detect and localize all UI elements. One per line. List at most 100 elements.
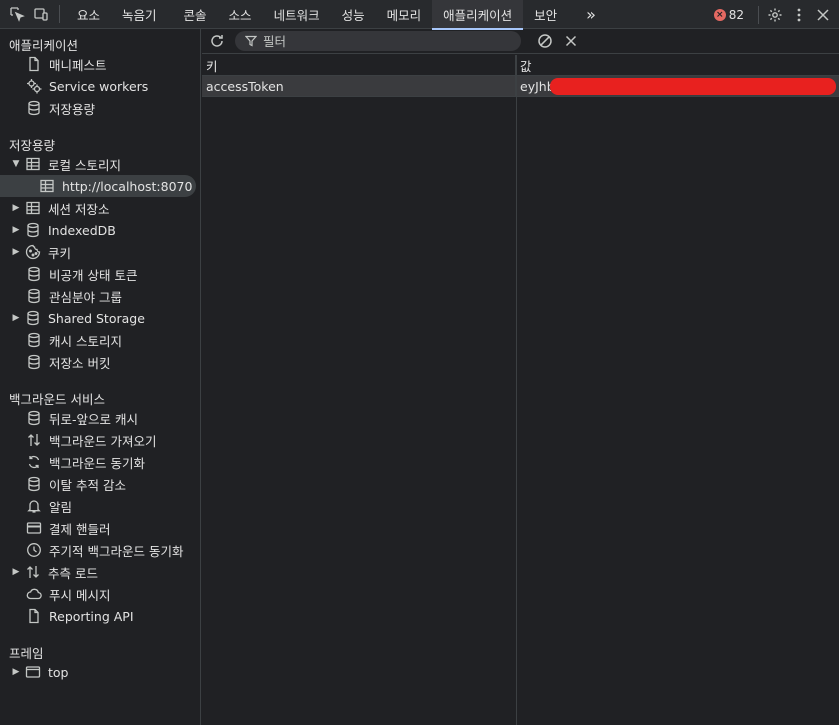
expand-arrow-right-icon[interactable]: ▶ [9,667,23,677]
sidebar-item-service-workers[interactable]: Service workers [0,75,196,97]
section-title-application: 애플리케이션 [9,38,79,53]
sidebar-item-label: 알림 [49,499,73,515]
sidebar-item-label: http://localhost:8070 [62,178,193,194]
sidebar-item-label: Reporting API [49,608,134,624]
sidebar-item-storage[interactable]: 저장용량 [0,97,196,119]
sidebar-item-shared-storage[interactable]: ▶ Shared Storage [0,307,196,329]
tab-performance[interactable]: 성능 [331,0,376,29]
devtools-toolbar: 요소 녹음기 콘솔 소스 네트워크 성능 메모리 애플리케이션 보안 » × 8… [0,0,839,30]
sidebar-item-label: 뒤로-앞으로 캐시 [49,411,138,427]
sidebar-item-label: 이탈 추적 감소 [49,477,126,493]
swap-arrows-icon [24,432,44,448]
sidebar-item-manifest[interactable]: 매니페스트 [0,53,196,75]
section-title-background-services: 백그라운드 서비스 [9,392,105,407]
sidebar-item-local-storage[interactable]: ▼ 로컬 스토리지 [0,153,196,175]
sidebar-item-reporting-api[interactable]: Reporting API [0,605,196,627]
tab-elements[interactable]: 요소 [66,0,111,29]
panel-tabs: 요소 녹음기 콘솔 소스 네트워크 성능 메모리 애플리케이션 보안 » [66,0,607,30]
settings-gear-icon[interactable] [763,3,787,27]
sidebar-item-background-fetch[interactable]: 백그라운드 가져오기 [0,429,196,451]
bell-icon [24,498,44,514]
table-header-row: 키 값 [202,55,839,76]
database-icon [24,410,44,426]
sync-icon [24,454,44,470]
tab-application[interactable]: 애플리케이션 [432,0,524,30]
error-count-badge[interactable]: × 82 [713,8,744,22]
application-sidebar: 애플리케이션 매니페스트 Service workers 저장용량 저장용량 ▼… [0,29,201,725]
sidebar-item-private-state-tokens[interactable]: 비공개 상태 토큰 [0,263,196,285]
sidebar-item-speculative-loads[interactable]: ▶ 추측 로드 [0,561,196,583]
sidebar-item-label: IndexedDB [48,222,116,238]
expand-arrow-down-icon[interactable]: ▼ [9,159,23,169]
file-icon [24,56,44,72]
sidebar-item-label: 관심분야 그룹 [49,289,122,305]
sidebar-item-label: 쿠키 [48,245,72,261]
sidebar-item-label: Shared Storage [48,310,145,326]
sidebar-item-back-forward-cache[interactable]: 뒤로-앞으로 캐시 [0,407,196,429]
delete-selected-icon[interactable] [559,29,583,53]
clock-icon [24,542,44,558]
sidebar-item-label: 저장소 버킷 [49,355,111,371]
column-header-value[interactable]: 값 [516,55,839,75]
row-key-cell[interactable]: accessToken [202,76,516,96]
table-icon [23,200,43,216]
error-icon: × [713,8,726,21]
column-header-key[interactable]: 키 [202,55,516,75]
tab-recorder[interactable]: 녹음기 [111,0,173,29]
row-value-cell[interactable]: eyJhb [516,76,839,96]
sidebar-item-background-sync[interactable]: 백그라운드 동기화 [0,451,196,473]
filter-input[interactable] [263,33,503,49]
tab-memory[interactable]: 메모리 [376,0,433,29]
expand-arrow-right-icon[interactable]: ▶ [9,203,23,213]
sidebar-item-payment-handler[interactable]: 결제 핸들러 [0,517,196,539]
tab-sources[interactable]: 소스 [218,0,263,29]
filter-box [235,31,521,51]
sidebar-item-cache-storage[interactable]: 캐시 스토리지 [0,329,196,351]
table-icon [23,156,43,172]
database-icon [24,476,44,492]
sidebar-item-storage-buckets[interactable]: 저장소 버킷 [0,351,196,373]
sidebar-item-localhost-8070[interactable]: http://localhost:8070 [0,175,196,197]
credit-card-icon [24,520,44,536]
more-tabs-button[interactable]: » [568,0,607,29]
sidebar-item-label: 백그라운드 가져오기 [49,433,157,449]
sidebar-item-interest-groups[interactable]: 관심분야 그룹 [0,285,196,307]
local-storage-table: 키 값 accessToken eyJhb [202,55,839,725]
close-devtools-icon[interactable] [811,3,835,27]
sidebar-item-cookies[interactable]: ▶ 쿠키 [0,241,196,263]
sidebar-item-label: Service workers [49,78,149,94]
column-divider[interactable] [516,55,517,725]
tab-security[interactable]: 보안 [523,0,568,29]
database-icon [24,332,44,348]
expand-arrow-right-icon[interactable]: ▶ [9,247,23,257]
sidebar-item-label: top [48,664,69,680]
inspect-element-icon[interactable] [5,2,29,26]
sidebar-item-notifications[interactable]: 알림 [0,495,196,517]
tab-network[interactable]: 네트워크 [263,0,331,29]
device-toolbar-icon[interactable] [29,2,53,26]
expand-arrow-right-icon[interactable]: ▶ [9,313,23,323]
toolbar-separator [758,5,759,24]
sidebar-item-label: 추측 로드 [48,565,98,581]
sidebar-item-session-storage[interactable]: ▶ 세션 저장소 [0,197,196,219]
section-title-frames: 프레임 [9,646,44,661]
swap-arrows-icon [23,564,43,580]
expand-arrow-right-icon[interactable]: ▶ [9,567,23,577]
sidebar-item-bounce-tracking-mitigations[interactable]: 이탈 추적 감소 [0,473,196,495]
sidebar-item-label: 매니페스트 [49,57,107,73]
cookie-icon [23,244,43,260]
sidebar-item-indexeddb[interactable]: ▶ IndexedDB [0,219,196,241]
more-options-icon[interactable] [787,3,811,27]
table-row[interactable]: accessToken eyJhb [202,76,839,97]
expand-arrow-right-icon[interactable]: ▶ [9,225,23,235]
clear-all-icon[interactable] [533,29,557,53]
sidebar-item-label: 세션 저장소 [48,201,110,217]
cloud-icon [24,586,44,602]
redaction-mark [550,78,836,95]
refresh-icon[interactable] [205,29,229,53]
sidebar-item-frame-top[interactable]: ▶ top [0,661,196,683]
tab-console[interactable]: 콘솔 [173,0,218,29]
sidebar-item-periodic-background-sync[interactable]: 주기적 백그라운드 동기화 [0,539,196,561]
sidebar-item-push-messaging[interactable]: 푸시 메시지 [0,583,196,605]
sidebar-item-label: 비공개 상태 토큰 [49,267,138,283]
